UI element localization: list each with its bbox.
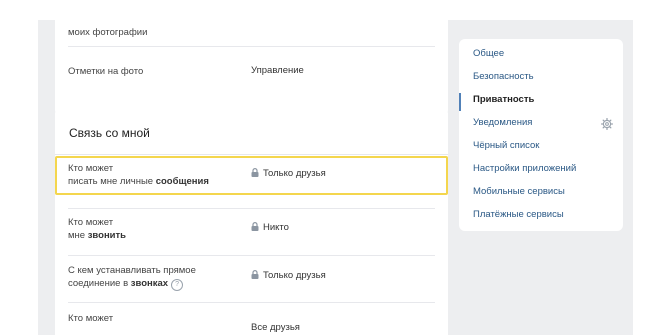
help-icon[interactable]: ? [171, 279, 184, 291]
menu-item-payment-services[interactable]: Платёжные сервисы [473, 209, 564, 220]
messages-value[interactable]: Только друзья [251, 168, 326, 179]
direct-label-prefix: соединение в [68, 278, 131, 289]
page-canvas: моих фотографии Отметки на фото Управлен… [38, 20, 633, 335]
calls-value[interactable]: Никто [251, 222, 289, 233]
menu-item-security[interactable]: Безопасность [473, 71, 534, 82]
menu-item-general[interactable]: Общее [473, 48, 504, 59]
calls-value-text: Никто [263, 222, 289, 233]
photo-tags-label: Отметки на фото [68, 66, 144, 77]
direct-label-line1: С кем устанавливать прямое [68, 265, 196, 276]
menu-item-mobile-services[interactable]: Мобильные сервисы [473, 186, 565, 197]
contact-me-card: Связь со мной Кто может писать мне личны… [55, 108, 448, 335]
messages-label-prefix: писать мне личные [68, 176, 156, 187]
menu-item-app-settings[interactable]: Настройки приложений [473, 163, 576, 174]
photos-row-label: моих фотографии [68, 27, 148, 38]
direct-value-text: Только друзья [263, 270, 326, 281]
divider [55, 154, 448, 155]
messages-label-line2: писать мне личные сообщения [68, 175, 209, 188]
menu-item-blacklist[interactable]: Чёрный список [473, 140, 539, 151]
next-label: Кто может [68, 313, 114, 324]
section-title: Связь со мной [69, 126, 150, 140]
photo-tags-value[interactable]: Управление [251, 65, 304, 76]
menu-item-privacy[interactable]: Приватность [473, 94, 534, 105]
active-indicator [459, 93, 461, 111]
lock-icon [251, 222, 259, 231]
direct-label: С кем устанавливать прямое соединение в … [68, 264, 196, 291]
calls-label-bold: звонить [87, 230, 127, 241]
divider [68, 302, 435, 303]
calls-label: Кто может мне звонить [68, 216, 126, 242]
next-value[interactable]: Все друзья [251, 322, 300, 333]
menu-item-notifications[interactable]: Уведомления [473, 117, 532, 128]
lock-icon [251, 270, 259, 279]
settings-menu: Общее Безопасность Приватность Уведомлен… [459, 39, 623, 231]
direct-label-line2: соединение в звонках? [68, 277, 196, 291]
divider [68, 208, 435, 209]
gear-icon[interactable] [601, 118, 613, 130]
lock-icon [251, 168, 259, 177]
photos-privacy-card: моих фотографии Отметки на фото Управлен… [55, 20, 448, 116]
divider [68, 255, 435, 256]
messages-value-text: Только друзья [263, 168, 326, 179]
messages-label-bold: сообщения [155, 176, 209, 187]
direct-label-bold: звонках [130, 278, 169, 289]
calls-label-line1: Кто может [68, 217, 114, 228]
direct-value[interactable]: Только друзья [251, 270, 326, 281]
messages-label: Кто может писать мне личные сообщения [68, 162, 209, 188]
calls-label-prefix: мне [68, 230, 88, 241]
divider [68, 46, 435, 47]
messages-label-line1: Кто может [68, 163, 114, 174]
calls-label-line2: мне звонить [68, 229, 126, 242]
